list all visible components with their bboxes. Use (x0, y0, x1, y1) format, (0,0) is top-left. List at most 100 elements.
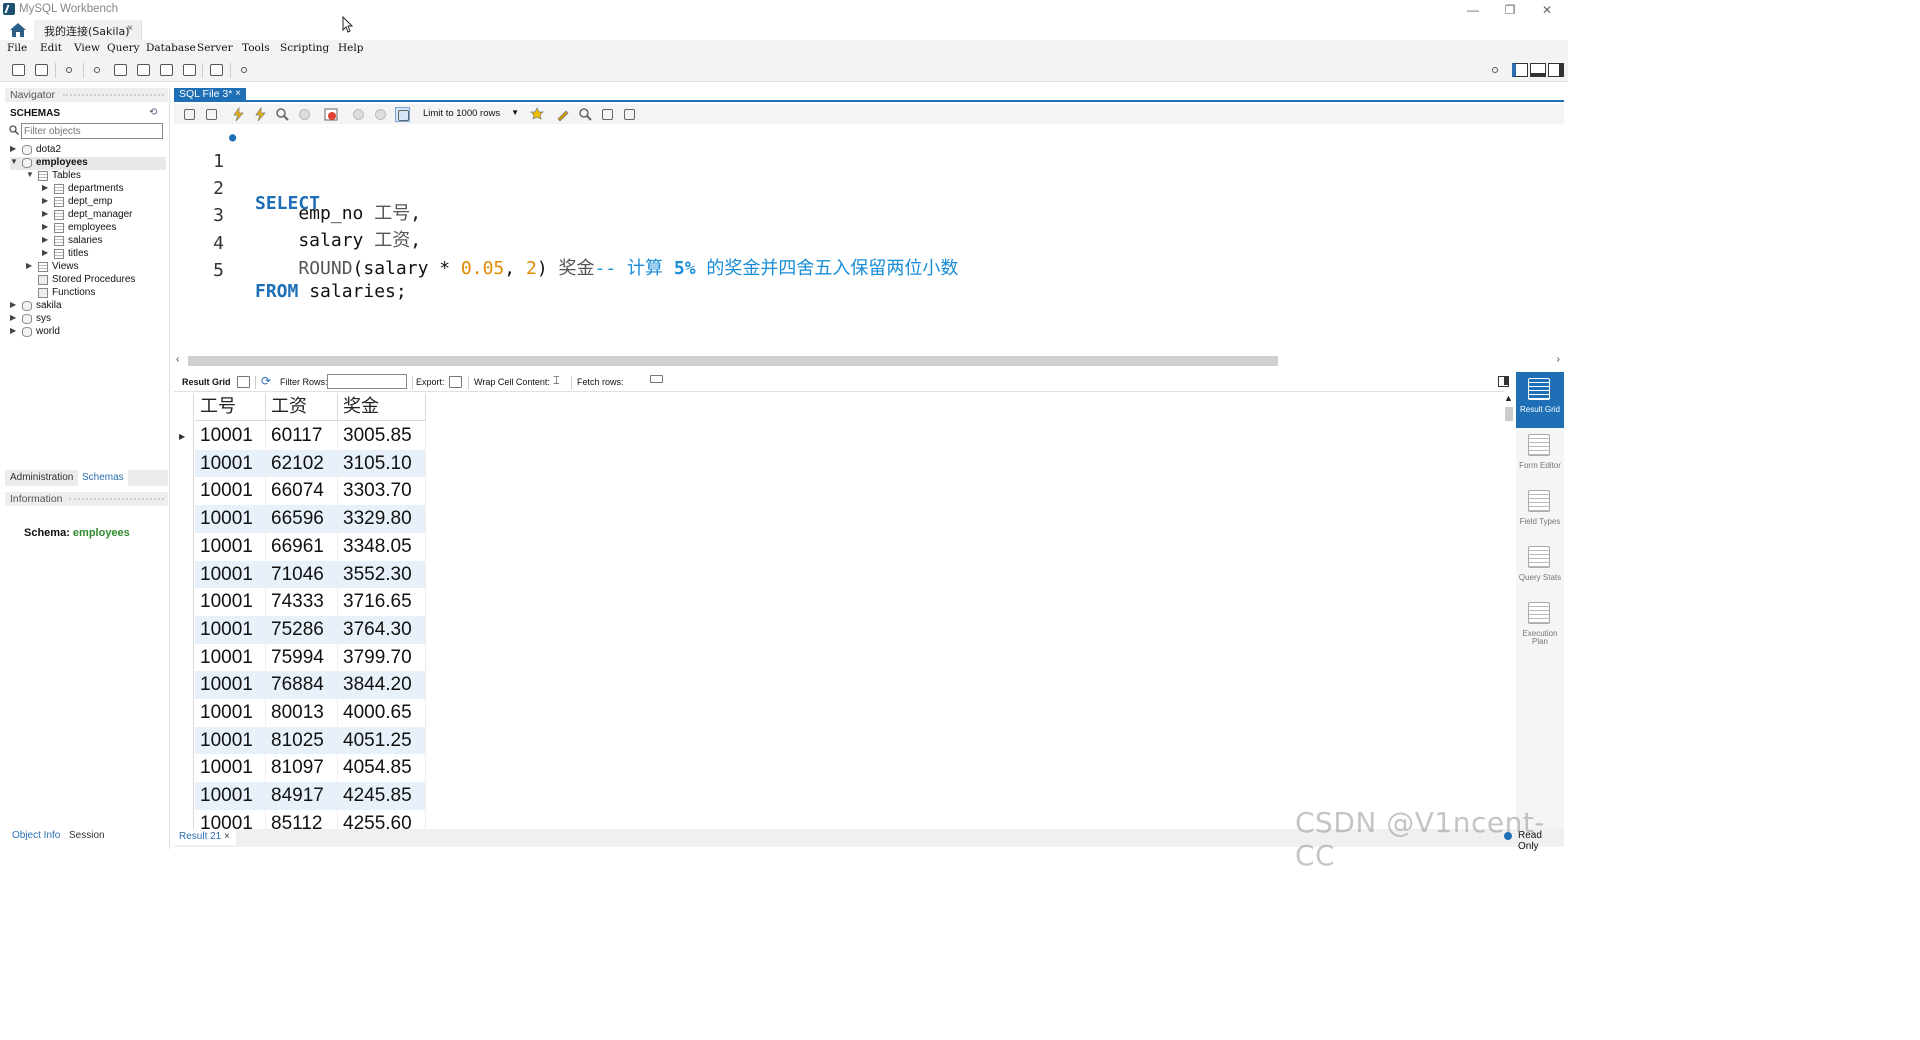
minimize-button[interactable]: — (1463, 2, 1483, 18)
toggle-output-panel-icon[interactable] (1530, 63, 1546, 77)
menu-database[interactable]: Database (146, 42, 196, 54)
table-cell[interactable]: 3329.80 (338, 505, 426, 533)
sql-editor[interactable]: 1 ● SELECT 2 emp_no 工号, 3 salary 工资, 4 R… (174, 126, 1564, 354)
expand-arrow-icon[interactable]: ▶ (26, 261, 34, 270)
scroll-left-icon[interactable]: ‹ (176, 354, 179, 365)
wrap-toggle-icon[interactable]: ⌶ (553, 375, 560, 388)
form-editor-panel-button[interactable]: Form Editor (1516, 428, 1564, 484)
close-window-button[interactable]: ✕ (1537, 2, 1557, 18)
create-function-icon[interactable] (181, 62, 198, 78)
table-cell[interactable]: 3716.65 (338, 588, 426, 616)
filter-objects-input[interactable] (21, 123, 163, 139)
refresh-schemas-icon[interactable]: ⟲ (149, 107, 159, 118)
table-cell[interactable]: 3799.70 (338, 643, 426, 672)
expand-arrow-icon[interactable]: ▶ (10, 300, 18, 309)
table-cell[interactable]: 66074 (266, 477, 338, 506)
table-cell[interactable]: 3005.85 (338, 422, 426, 450)
table-cell[interactable]: 10001 (195, 560, 266, 589)
menu-view[interactable]: View (74, 42, 100, 54)
create-schema-icon[interactable] (89, 62, 106, 78)
create-table-icon[interactable] (112, 62, 129, 78)
table-cell[interactable]: 85112 (266, 809, 338, 829)
tab-session[interactable]: Session (69, 830, 105, 841)
table-cell[interactable]: 84917 (266, 782, 338, 810)
scroll-right-icon[interactable]: › (1557, 354, 1560, 365)
tree-schema-world[interactable]: ▶ world (10, 326, 160, 339)
table-cell[interactable]: 10001 (195, 671, 266, 699)
table-cell[interactable]: 81097 (266, 754, 338, 783)
word-wrap-icon[interactable] (622, 107, 637, 122)
restore-button[interactable]: ❐ (1500, 2, 1520, 18)
table-cell[interactable]: 3348.05 (338, 532, 426, 561)
filter-rows-input[interactable] (327, 374, 407, 389)
tree-table-dept-emp[interactable]: ▶ dept_emp (42, 196, 162, 209)
table-cell[interactable]: 10001 (195, 588, 266, 616)
result-tab[interactable]: Result 21 × (174, 829, 236, 845)
close-connection-tab-icon[interactable]: × (127, 23, 133, 34)
table-cell[interactable]: 3303.70 (338, 477, 426, 506)
table-cell[interactable]: 3105.10 (338, 449, 426, 478)
tree-schema-sakila[interactable]: ▶ sakila (10, 300, 160, 313)
field-types-panel-button[interactable]: Field Types (1516, 484, 1564, 540)
add-snippet-icon[interactable] (530, 107, 545, 122)
table-cell[interactable]: 62102 (266, 449, 338, 478)
table-cell[interactable]: 4000.65 (338, 699, 426, 727)
invisible-chars-icon[interactable] (600, 107, 615, 122)
grid-view-icon[interactable] (237, 376, 250, 388)
expand-arrow-icon[interactable]: ▶ (42, 183, 50, 192)
autocommit-toggle-icon[interactable] (395, 107, 410, 122)
tree-folder-functions[interactable]: Functions (26, 287, 156, 300)
tree-folder-tables[interactable]: ▼ Tables (26, 170, 156, 183)
table-cell[interactable]: 66596 (266, 505, 338, 533)
stop-icon[interactable] (297, 107, 312, 122)
tree-table-employees[interactable]: ▶ employees (42, 222, 162, 235)
editor-horizontal-scrollbar[interactable]: ‹ › (174, 354, 1564, 368)
table-cell[interactable]: 10001 (195, 449, 266, 478)
table-cell[interactable]: 4054.85 (338, 754, 426, 783)
table-cell[interactable]: 10001 (195, 532, 266, 561)
table-cell[interactable]: 10001 (195, 782, 266, 810)
table-cell[interactable]: 10001 (195, 726, 266, 755)
find-replace-icon[interactable] (578, 107, 593, 122)
table-cell[interactable]: 66961 (266, 532, 338, 561)
home-icon[interactable] (9, 22, 27, 38)
tree-folder-stored-procedures[interactable]: Stored Procedures (26, 274, 156, 287)
create-procedure-icon[interactable] (158, 62, 175, 78)
column-header[interactable]: 奖金 (338, 393, 426, 421)
result-grid-panel-button[interactable]: Result Grid (1516, 372, 1564, 428)
table-cell[interactable]: 10001 (195, 809, 266, 829)
menu-file[interactable]: File (7, 42, 27, 54)
connection-tab[interactable]: 我的连接(Sakila) × (34, 20, 142, 40)
tree-table-departments[interactable]: ▶ departments (42, 183, 162, 196)
save-file-icon[interactable] (204, 107, 219, 122)
tab-object-info[interactable]: Object Info (10, 830, 63, 841)
table-cell[interactable]: 4051.25 (338, 726, 426, 755)
scrollbar-thumb[interactable] (188, 356, 1278, 366)
table-cell[interactable]: 10001 (195, 699, 266, 727)
tree-schema-employees[interactable]: ▼ employees (10, 157, 166, 170)
menu-query[interactable]: Query (107, 42, 140, 54)
table-cell[interactable]: 4245.85 (338, 782, 426, 810)
table-cell[interactable]: 10001 (195, 754, 266, 783)
collapse-arrow-icon[interactable]: ▼ (26, 170, 34, 179)
tab-schemas[interactable]: Schemas (78, 470, 128, 486)
table-cell[interactable]: 3552.30 (338, 560, 426, 589)
table-cell[interactable]: 10001 (195, 477, 266, 506)
settings-gear-icon[interactable] (1487, 62, 1504, 78)
table-cell[interactable]: 3844.20 (338, 671, 426, 699)
table-cell[interactable]: 81025 (266, 726, 338, 755)
table-cell[interactable]: 71046 (266, 560, 338, 589)
column-header[interactable]: 工资 (266, 393, 338, 421)
beautify-icon[interactable] (556, 107, 571, 122)
menu-server[interactable]: Server (197, 42, 233, 54)
execute-current-icon[interactable] (253, 106, 268, 122)
collapse-arrow-icon[interactable]: ▼ (10, 157, 18, 166)
table-cell[interactable]: 75286 (266, 615, 338, 644)
rollback-icon[interactable] (373, 107, 388, 122)
menu-tools[interactable]: Tools (242, 42, 270, 54)
expand-arrow-icon[interactable]: ▶ (42, 209, 50, 218)
close-result-tab-icon[interactable]: × (224, 831, 230, 842)
table-cell[interactable]: 60117 (266, 422, 338, 450)
limit-rows-select[interactable]: Limit to 1000 rows ▼ (423, 108, 521, 121)
grid-vertical-scrollbar[interactable]: ▲ (1502, 393, 1516, 829)
